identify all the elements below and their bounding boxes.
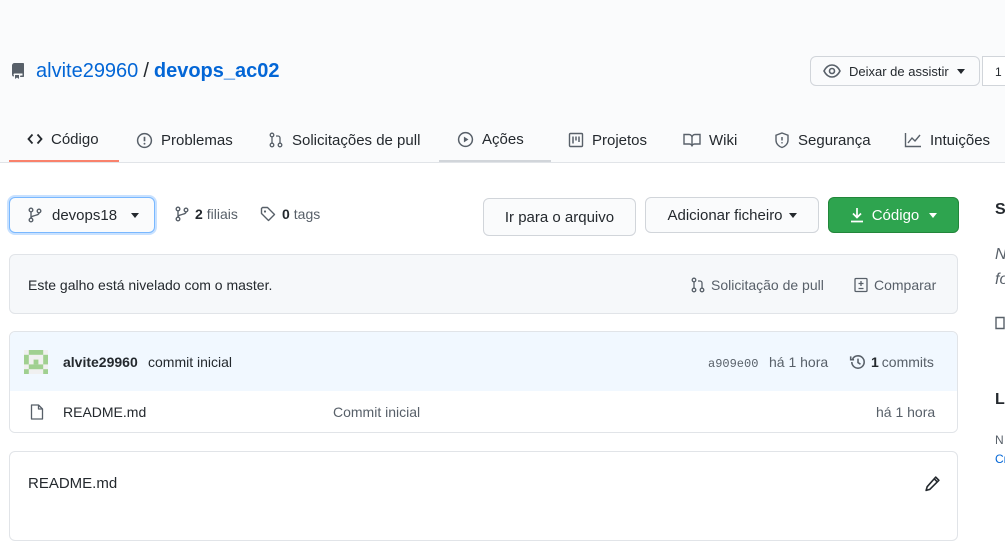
tab-wiki[interactable]: Wiki	[683, 118, 737, 162]
diff-icon	[854, 277, 868, 293]
last-commit-row: alvite29960 commit inicial a909e00 há 1 …	[10, 332, 957, 392]
history-icon	[849, 355, 865, 369]
file-navigation: alvite29960 commit inicial a909e00 há 1 …	[9, 331, 958, 433]
pull-request-icon	[269, 132, 283, 148]
file-icon	[30, 404, 44, 420]
sidebar-heading-about: S	[995, 201, 1005, 218]
repo-name-link[interactable]: devops_ac02	[154, 60, 280, 83]
file-commit-time: há 1 hora	[876, 404, 936, 420]
pull-request-link[interactable]: Solicitação de pull	[690, 277, 824, 293]
branches-link[interactable]: 2 filiais	[175, 206, 238, 222]
tab-pull-requests[interactable]: Solicitações de pull	[268, 118, 420, 162]
branch-icon	[28, 207, 42, 223]
watch-count[interactable]: 1	[982, 56, 1005, 86]
graph-icon	[904, 133, 921, 148]
branches-count: 2	[195, 206, 203, 222]
tab-actions[interactable]: Ações	[439, 118, 551, 162]
branches-label: filiais	[206, 206, 238, 222]
sidebar-description: N	[995, 246, 1005, 264]
go-to-file-button[interactable]: Ir para o arquivo	[483, 198, 636, 236]
repo-owner-link[interactable]: alvite29960	[36, 60, 138, 83]
chevron-down-icon	[929, 212, 938, 218]
file-commit-message-link[interactable]: Commit inicial	[333, 404, 420, 420]
repo-separator: /	[143, 59, 149, 82]
pencil-icon[interactable]	[924, 475, 941, 492]
tab-label: Problemas	[161, 131, 233, 149]
sidebar-heading-releases: La	[995, 391, 1005, 408]
sidebar-create-release-link[interactable]: Cr	[995, 452, 1005, 466]
code-button-label: Código	[871, 206, 920, 224]
branch-status-message: Este galho está nivelado com o master.	[28, 277, 273, 293]
eye-icon	[823, 64, 841, 78]
file-name-link[interactable]: README.md	[63, 404, 146, 420]
watch-button[interactable]: Deixar de assistir	[810, 56, 980, 86]
issue-icon	[136, 132, 153, 148]
tags-count: 0	[282, 206, 290, 222]
chevron-down-icon	[788, 212, 797, 218]
pull-request-label: Solicitação de pull	[711, 277, 824, 293]
commits-count: 1	[871, 354, 879, 370]
repo-title: alvite29960 / devops_ac02	[10, 58, 280, 84]
tab-label: Projetos	[592, 131, 648, 149]
project-icon	[568, 132, 584, 148]
tab-projects[interactable]: Projetos	[568, 118, 647, 162]
branch-name: devops18	[52, 206, 118, 224]
readme-box: README.md	[9, 451, 958, 541]
book-icon	[683, 133, 701, 147]
tab-label: Wiki	[709, 131, 738, 149]
commits-label: commits	[881, 354, 934, 370]
code-icon	[27, 133, 43, 145]
tags-link[interactable]: 0 tags	[260, 206, 320, 222]
avatar[interactable]	[24, 350, 48, 374]
download-icon	[850, 208, 863, 223]
sidebar-description-2: fo	[995, 271, 1005, 288]
repo-icon	[11, 63, 24, 79]
branch-icon	[175, 206, 189, 222]
watch-label: Deixar de assistir	[849, 63, 949, 79]
readme-title: README.md	[28, 475, 118, 492]
tab-label: Segurança	[798, 131, 871, 149]
branch-status-box: Este galho está nivelado com o master. S…	[9, 254, 958, 314]
shield-icon	[775, 131, 789, 148]
commit-message-link[interactable]: commit inicial	[148, 354, 232, 370]
tags-label: tags	[293, 206, 321, 222]
compare-label: Comparar	[874, 277, 937, 293]
commit-time: há 1 hora	[769, 354, 829, 370]
tab-security[interactable]: Segurança	[774, 118, 871, 162]
branch-select-button[interactable]: devops18	[9, 197, 155, 233]
pull-request-icon	[691, 277, 705, 293]
tab-label: Solicitações de pull	[292, 131, 421, 149]
global-header	[0, 0, 1005, 37]
add-file-label: Adicionar ficheiro	[667, 206, 783, 224]
tab-insights[interactable]: Intuições	[904, 118, 990, 162]
tab-label: Intuições	[930, 131, 991, 149]
tab-issues[interactable]: Problemas	[136, 118, 233, 162]
go-to-file-label: Ir para o arquivo	[504, 208, 615, 226]
commit-sha-link[interactable]: a909e00	[708, 357, 758, 371]
chevron-down-icon	[956, 68, 965, 74]
sidebar-releases-text: N	[995, 433, 1004, 447]
compare-link[interactable]: Comparar	[853, 277, 936, 293]
commits-history-link[interactable]: 1 commits	[849, 353, 934, 371]
tab-label: Código	[51, 130, 99, 148]
add-file-button[interactable]: Adicionar ficheiro	[645, 197, 819, 233]
code-button[interactable]: Código	[828, 197, 959, 233]
chevron-down-icon	[131, 212, 140, 218]
commit-author-link[interactable]: alvite29960	[63, 354, 138, 370]
play-icon	[457, 131, 474, 147]
table-row[interactable]: README.md Commit inicial há 1 hora	[10, 391, 957, 432]
tab-label: Ações	[482, 130, 524, 148]
tag-icon	[260, 206, 276, 222]
tab-code[interactable]: Código	[9, 118, 119, 162]
book-icon	[995, 316, 1005, 330]
